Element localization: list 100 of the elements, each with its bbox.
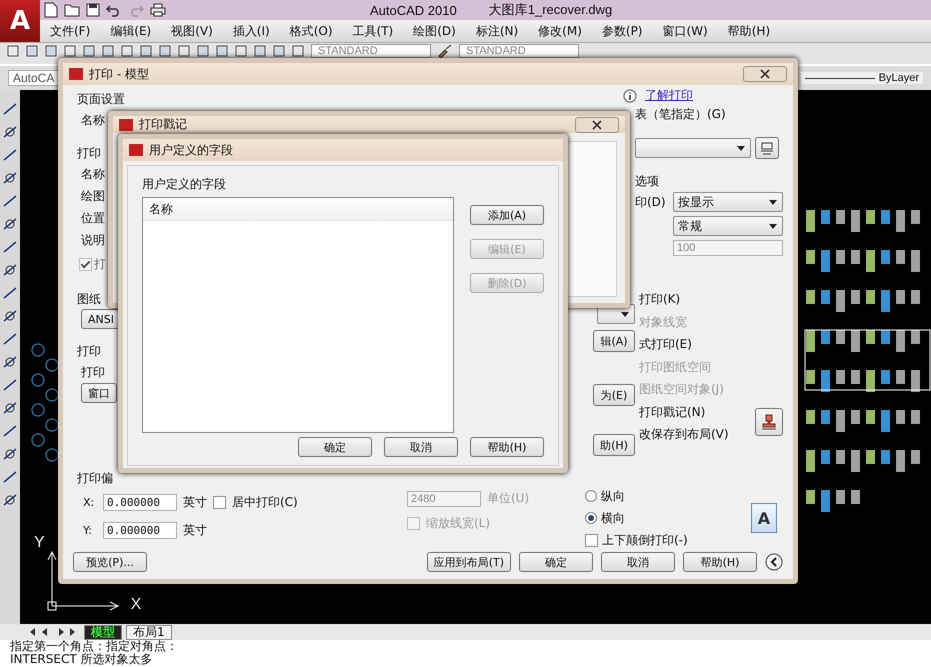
new-file-icon[interactable]	[44, 2, 58, 18]
radio-button[interactable]	[585, 512, 597, 524]
info-icon	[623, 88, 637, 102]
toolbar-tool-icon[interactable]	[101, 44, 115, 58]
toolbar-tool-icon[interactable]	[63, 44, 77, 58]
dialog-button[interactable]: 确定	[298, 437, 372, 457]
stamp-icon	[761, 413, 777, 431]
preview-button[interactable]: 预览(P)...	[73, 552, 147, 572]
dialog-button[interactable]: 为(E)	[593, 384, 635, 406]
radio-button[interactable]	[585, 490, 597, 502]
print-icon[interactable]	[150, 3, 166, 17]
menu-item[interactable]: 文件(F)	[50, 22, 90, 40]
group-label: 选项	[635, 173, 660, 190]
layout-tab[interactable]: 模型	[84, 624, 122, 640]
text-style-dropdown[interactable]: STANDARD	[311, 44, 431, 58]
checkbox[interactable]	[213, 496, 226, 508]
dimension-style-dropdown[interactable]: STANDARD	[459, 44, 579, 58]
fields-list[interactable]: 名称	[142, 197, 454, 433]
group-label: 打印偏	[77, 470, 113, 487]
toolbar-tool-icon[interactable]	[82, 44, 96, 58]
checkbox[interactable]	[79, 258, 92, 270]
dropdown[interactable]: 窗口	[81, 383, 117, 403]
app-title: AutoCAD 2010	[370, 2, 457, 18]
menu-item[interactable]: 参数(P)	[602, 22, 642, 40]
y-label: Y:	[83, 524, 93, 536]
radio-label: 纵向	[601, 488, 625, 504]
dialog-button[interactable]: 帮助(H)	[683, 552, 757, 572]
workspace-dropdown[interactable]: AutoCA	[8, 70, 60, 86]
brush-icon[interactable]	[437, 44, 453, 58]
field-label: 名称	[80, 112, 105, 128]
group-label: 页面设置	[77, 91, 125, 108]
field-label: 名称	[80, 166, 105, 182]
stamp-settings-button[interactable]	[755, 408, 783, 436]
toolbar-tool-icon[interactable]	[272, 44, 286, 58]
edit-style-button[interactable]	[755, 137, 779, 159]
dialog-title: 打印 - 模型	[89, 66, 149, 82]
menu-item[interactable]: 窗口(W)	[662, 22, 708, 40]
undo-icon[interactable]	[106, 3, 122, 17]
option-label: 图纸空间对象(J)	[639, 381, 725, 398]
file-name: 大图库1_recover.dwg	[488, 1, 612, 19]
toolbar-tool-icon[interactable]	[215, 44, 229, 58]
menu-item[interactable]: 工具(T)	[352, 22, 394, 40]
menu-item[interactable]: 插入(I)	[232, 22, 270, 40]
dialog-button[interactable]: 辑(A)	[593, 330, 635, 352]
open-folder-icon[interactable]	[64, 3, 80, 17]
toolbar-tool-icon[interactable]	[6, 44, 20, 58]
linetype-dropdown[interactable]: ByLayer	[800, 72, 923, 84]
dialog-button[interactable]: 添加(A)	[470, 205, 544, 225]
field-label: 打印	[80, 364, 105, 380]
option-label: 打印图纸空间	[639, 358, 712, 376]
layout-tab[interactable]: 布局1	[126, 624, 172, 640]
menu-item[interactable]: 标注(N)	[476, 22, 518, 40]
y-offset-field[interactable]: 0.000000	[103, 522, 177, 538]
dialog-button[interactable]: 助(H)	[593, 434, 635, 456]
toolbar-tool-icon[interactable]	[234, 44, 248, 58]
dialog-button[interactable]: 确定	[519, 552, 593, 572]
menu-item[interactable]: 格式(O)	[290, 22, 333, 40]
dialog-button[interactable]: 取消	[384, 437, 458, 457]
save-icon[interactable]	[86, 3, 100, 17]
group-label: 用户定义的字段	[142, 176, 227, 193]
app-icon	[119, 118, 133, 130]
checkbox-label: 缩放线宽(L)	[426, 515, 490, 532]
menu-item[interactable]: 绘图(D)	[413, 22, 456, 40]
toolbar-tool-icon[interactable]	[139, 44, 153, 58]
close-button[interactable]	[575, 116, 619, 132]
dialog-button[interactable]: 帮助(H)	[470, 437, 544, 457]
dialog-button[interactable]: 应用到布局(T)	[426, 552, 511, 572]
toolbar-tool-icon[interactable]	[44, 44, 58, 58]
option-label: 打印戳记(N)	[639, 404, 706, 420]
toolbar-tool-icon[interactable]	[25, 44, 39, 58]
x-offset-field[interactable]: 0.000000	[103, 494, 177, 510]
checkbox-label: 打	[94, 256, 106, 272]
quality-dropdown[interactable]: 常规	[673, 216, 783, 236]
toolbar-tool-icon[interactable]	[196, 44, 210, 58]
radio-label: 横向	[601, 510, 625, 526]
app-menu-button[interactable]: A	[0, 0, 40, 42]
toolbar-tool-icon[interactable]	[253, 44, 267, 58]
group-label: 表（笔指定）(G)	[635, 106, 727, 123]
checkbox[interactable]	[407, 517, 420, 530]
close-icon	[760, 69, 770, 79]
checkbox[interactable]	[585, 534, 598, 546]
option-label: 对象线宽	[639, 314, 688, 330]
dialog-title: 用户定义的字段	[149, 142, 233, 158]
help-link[interactable]: 了解打印	[645, 87, 693, 104]
shade-mode-dropdown[interactable]: 按显示	[673, 192, 783, 212]
menu-item[interactable]: 修改(M)	[538, 22, 582, 40]
collapse-icon[interactable]	[765, 553, 783, 571]
toolbar-tool-icon[interactable]	[291, 44, 305, 58]
dropdown[interactable]: ANSI	[81, 309, 121, 329]
command-line: 指定第一个角点：指定对角点：	[10, 640, 179, 653]
toolbar-tool-icon[interactable]	[158, 44, 172, 58]
x-axis-label: X	[130, 596, 142, 614]
toolbar-tool-icon[interactable]	[120, 44, 134, 58]
toolbar-tool-icon[interactable]	[177, 44, 191, 58]
close-button[interactable]	[743, 66, 787, 82]
menu-item[interactable]: 帮助(H)	[728, 22, 770, 40]
menu-item[interactable]: 编辑(E)	[110, 22, 152, 40]
dialog-button[interactable]: 取消	[601, 552, 675, 572]
menu-item[interactable]: 视图(V)	[171, 22, 213, 40]
app-icon	[69, 68, 83, 80]
